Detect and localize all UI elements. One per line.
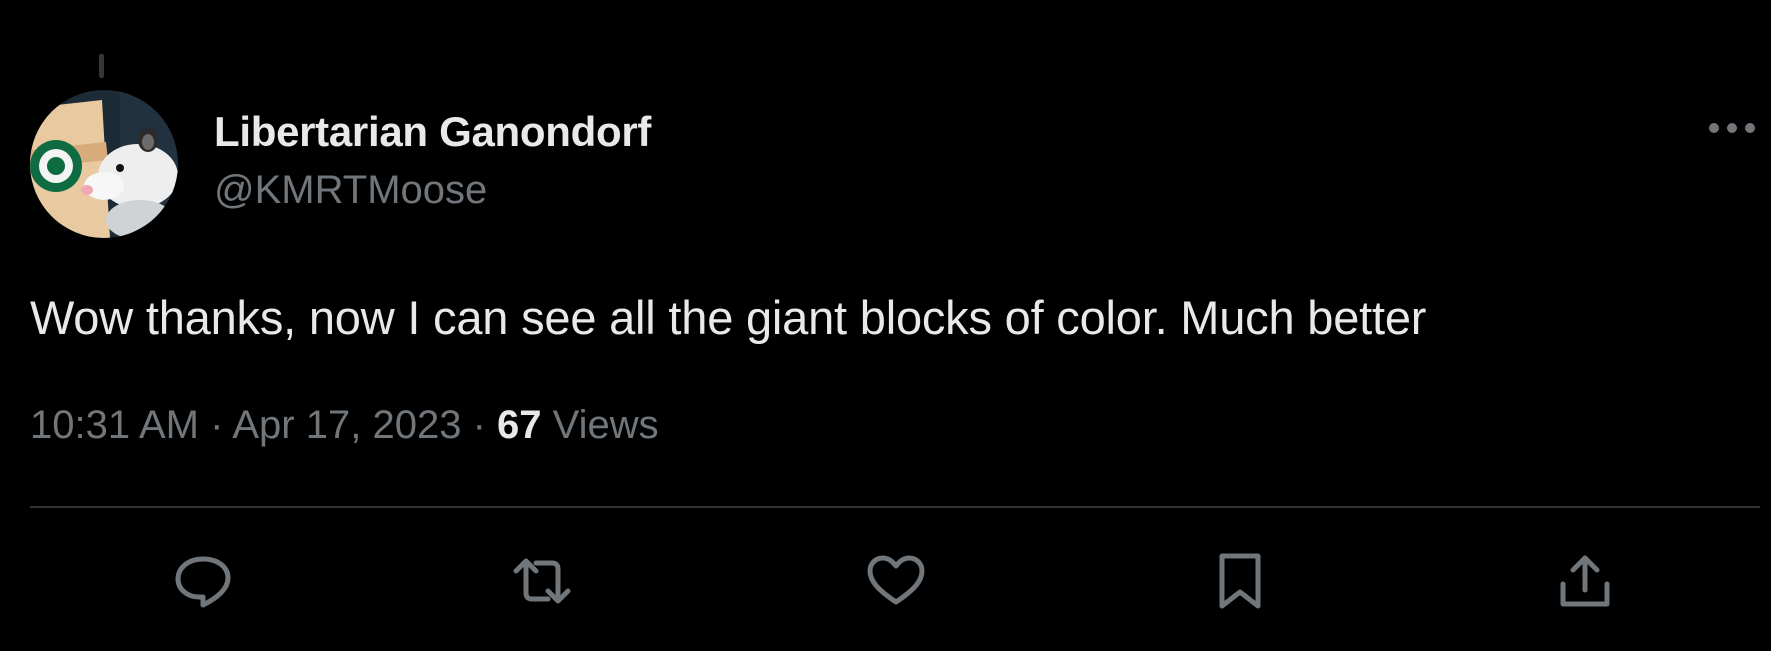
- reply-icon: [175, 556, 231, 608]
- share-button[interactable]: [1553, 549, 1617, 613]
- avatar-image: [30, 90, 178, 238]
- heart-icon: [867, 555, 925, 605]
- share-icon: [1560, 555, 1610, 607]
- tweet-date[interactable]: Apr 17, 2023: [232, 403, 461, 447]
- views-label[interactable]: Views: [553, 403, 659, 447]
- like-button[interactable]: [864, 549, 928, 613]
- bookmark-icon: [1219, 553, 1261, 609]
- divider: [30, 506, 1760, 508]
- meta-separator: ·: [210, 403, 224, 447]
- more-icon[interactable]: [1706, 114, 1758, 142]
- author-display-name[interactable]: Libertarian Ganondorf: [214, 108, 651, 156]
- avatar[interactable]: [30, 90, 178, 238]
- author-handle[interactable]: @KMRTMoose: [214, 168, 487, 213]
- bookmark-button[interactable]: [1208, 549, 1272, 613]
- retweet-icon: [513, 558, 571, 604]
- tweet-meta: 10:31 AM · Apr 17, 2023 · 67 Views: [30, 403, 659, 448]
- tweet-text: Wow thanks, now I can see all the giant …: [30, 291, 1427, 344]
- retweet-button[interactable]: [510, 549, 574, 613]
- meta-separator: ·: [472, 403, 486, 447]
- tweet: Libertarian Ganondorf @KMRTMoose Wow tha…: [0, 0, 1771, 651]
- views-count[interactable]: 67: [497, 403, 542, 447]
- tweet-time[interactable]: 10:31 AM: [30, 403, 199, 447]
- reply-button[interactable]: [171, 549, 235, 613]
- thread-line: [99, 54, 104, 78]
